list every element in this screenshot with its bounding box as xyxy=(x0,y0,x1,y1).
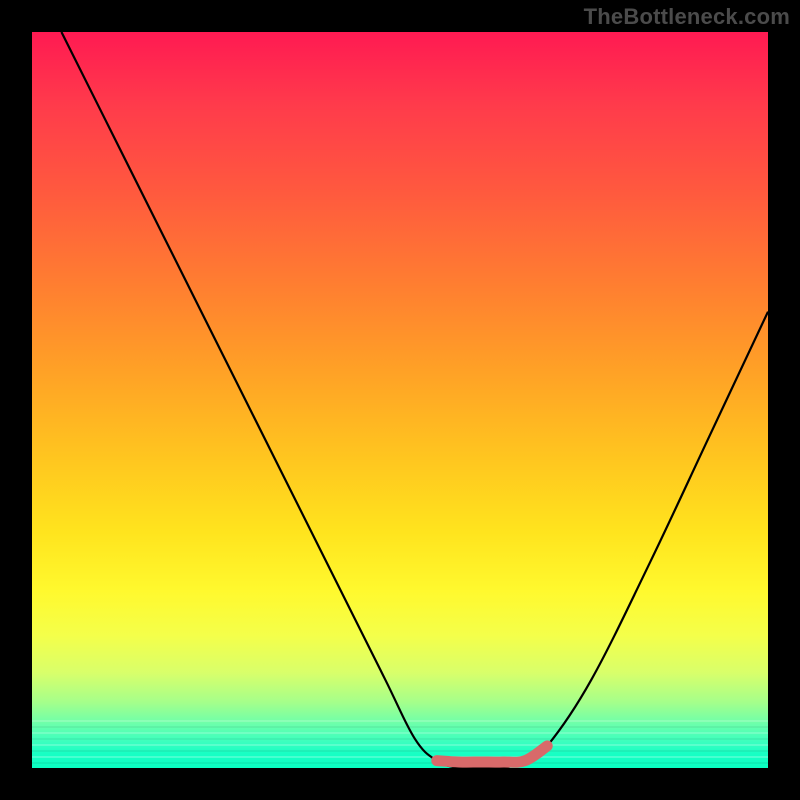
chart-frame: TheBottleneck.com xyxy=(0,0,800,800)
highlight-segment xyxy=(437,746,547,762)
plot-area xyxy=(32,32,768,768)
bottleneck-curve-path xyxy=(61,32,768,768)
watermark-label: TheBottleneck.com xyxy=(584,4,790,30)
curve-layer xyxy=(32,32,768,768)
